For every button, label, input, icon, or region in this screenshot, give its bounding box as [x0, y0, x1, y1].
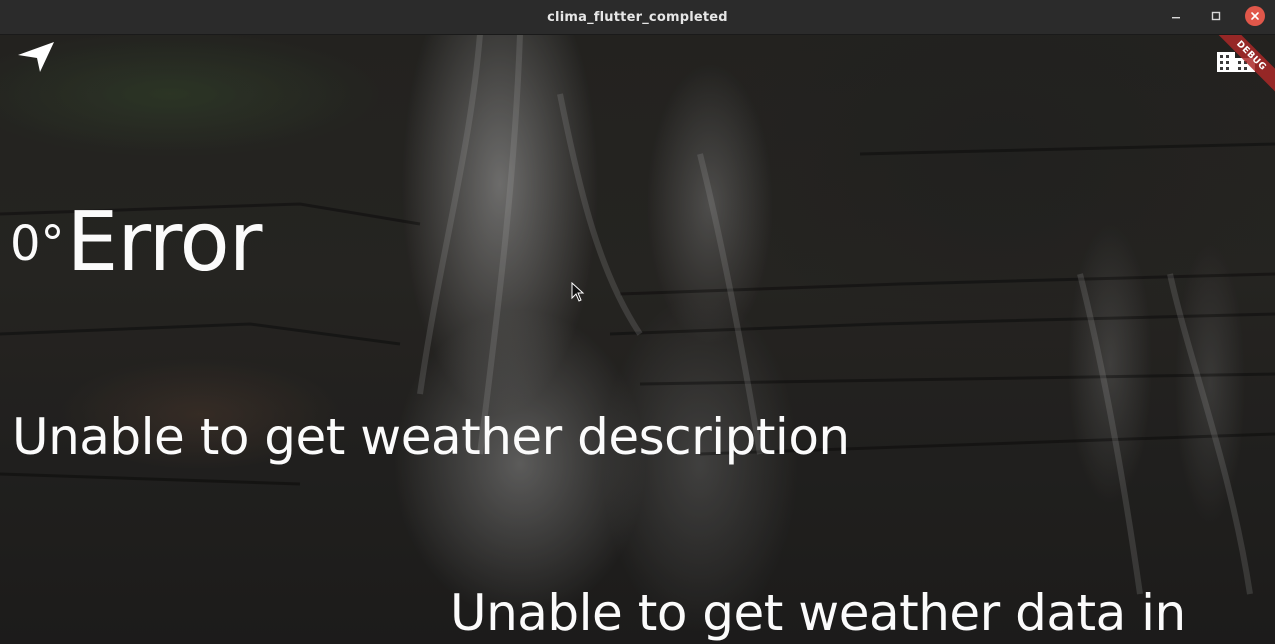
- mouse-cursor-icon: [571, 281, 585, 302]
- navigation-arrow-icon[interactable]: [16, 40, 56, 74]
- title-bar[interactable]: clima_flutter_completed: [0, 0, 1275, 35]
- maximize-icon[interactable]: [1205, 5, 1227, 27]
- temperature-row: 0° Error: [10, 195, 263, 290]
- app-window: clima_flutter_completed DEBUG 0° Error U…: [0, 0, 1275, 644]
- window-title: clima_flutter_completed: [547, 9, 728, 25]
- weather-description: Unable to get weather description: [12, 408, 850, 466]
- temperature-value: 0°: [10, 216, 65, 272]
- window-controls: [1165, 5, 1265, 27]
- close-icon[interactable]: [1245, 6, 1265, 26]
- weather-condition: Error: [66, 195, 263, 290]
- weather-message: Unable to get weather data in: [450, 584, 1186, 642]
- minimize-icon[interactable]: [1165, 5, 1187, 27]
- background-image: [0, 34, 1275, 644]
